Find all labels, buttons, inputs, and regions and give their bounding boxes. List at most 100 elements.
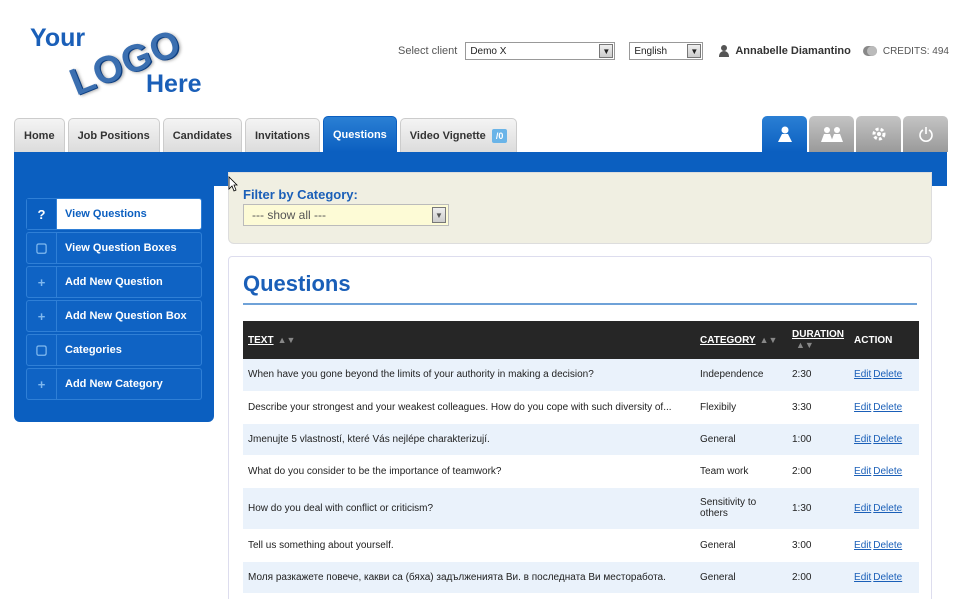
row-actions: Edit Delete <box>849 487 919 529</box>
document-icon: ▢ <box>27 233 57 263</box>
sidebar: ? View Questions ▢ View Question Boxes +… <box>14 186 214 422</box>
sidebar-item-label: Add New Question Box <box>65 310 187 322</box>
question-duration: 2:00 <box>792 571 812 583</box>
table-row: How do you deal with conflict or critici… <box>243 487 919 529</box>
tab-invitations[interactable]: Invitations <box>244 118 320 152</box>
mouse-cursor-icon <box>228 176 238 192</box>
plus-icon: + <box>27 267 57 297</box>
table-row: Jmenujte 5 vlastností, které Vás nejlépe… <box>243 423 919 455</box>
power-icon[interactable] <box>903 116 948 152</box>
group-icon[interactable] <box>809 116 854 152</box>
edit-link[interactable]: Edit <box>854 466 871 477</box>
tab-label: Video Vignette <box>409 129 486 142</box>
column-label: TEXT <box>248 334 274 346</box>
delete-link[interactable]: Delete <box>873 369 902 380</box>
sidebar-item-add-new-question-box[interactable]: + Add New Question Box <box>26 300 202 332</box>
delete-link[interactable]: Delete <box>873 540 902 551</box>
edit-link[interactable]: Edit <box>854 369 871 380</box>
select-client-label: Select client <box>398 45 458 57</box>
tab-label: Invitations <box>254 129 310 142</box>
sidebar-item-label: View Questions <box>65 208 147 220</box>
tab-label: Questions <box>333 128 387 141</box>
edit-link[interactable]: Edit <box>854 402 871 413</box>
client-select[interactable]: Demo X ▼ <box>465 42 616 60</box>
question-duration: 3:30 <box>792 401 812 413</box>
tab-video-vignette[interactable]: Video Vignette /0 <box>399 118 518 152</box>
tab-label: Home <box>24 129 55 142</box>
question-text: When have you gone beyond the limits of … <box>248 369 594 381</box>
user-icon[interactable] <box>762 116 807 152</box>
logo-text-here: Here <box>146 70 202 98</box>
question-duration: 2:00 <box>792 465 812 477</box>
plus-icon: + <box>27 301 57 331</box>
page-title: Questions <box>243 271 917 305</box>
gear-icon[interactable] <box>856 116 901 152</box>
edit-link[interactable]: Edit <box>854 572 871 583</box>
filter-select-value: --- show all --- <box>252 208 326 222</box>
row-actions: Edit Delete <box>849 561 919 593</box>
sidebar-item-categories[interactable]: ▢ Categories <box>26 334 202 366</box>
column-header-category[interactable]: CATEGORY ▲▼ <box>695 321 787 359</box>
row-actions: Edit Delete <box>849 359 919 391</box>
icon-tabs <box>760 116 948 152</box>
chevron-down-icon: ▼ <box>599 44 614 58</box>
question-text: Describe your strongest and your weakest… <box>248 401 672 413</box>
logo[interactable]: Your LOGO Here <box>28 22 208 104</box>
question-category: General <box>700 539 736 551</box>
tab-job-positions[interactable]: Job Positions <box>67 118 160 152</box>
user-menu[interactable]: Annabelle Diamantino <box>719 45 851 57</box>
category-filter: Filter by Category: --- show all --- ▼ <box>228 172 932 244</box>
chevron-down-icon: ▼ <box>687 44 702 58</box>
table-row: Describe your strongest and your weakest… <box>243 391 919 423</box>
plus-icon: + <box>27 369 57 399</box>
column-header-text[interactable]: TEXT ▲▼ <box>243 321 695 359</box>
question-text: How do you deal with conflict or critici… <box>248 502 434 514</box>
sidebar-item-add-new-category[interactable]: + Add New Category <box>26 368 202 400</box>
delete-link[interactable]: Delete <box>873 402 902 413</box>
main-tabs: Home Job Positions Candidates Invitation… <box>14 116 520 152</box>
sidebar-item-view-questions[interactable]: ? View Questions <box>26 198 202 230</box>
delete-link[interactable]: Delete <box>873 466 902 477</box>
tab-label: Job Positions <box>77 129 150 142</box>
question-duration: 3:00 <box>792 539 812 551</box>
question-duration: 1:30 <box>792 502 812 514</box>
column-label: ACTION <box>854 334 893 346</box>
sidebar-item-label: Categories <box>65 344 122 356</box>
edit-link[interactable]: Edit <box>854 503 871 514</box>
question-category: Team work <box>700 465 749 477</box>
document-icon: ▢ <box>27 335 57 365</box>
question-text: Моля разкажете повече, какви са (бяха) з… <box>248 571 666 583</box>
delete-link[interactable]: Delete <box>873 572 902 583</box>
delete-link[interactable]: Delete <box>873 503 902 514</box>
sidebar-item-add-new-question[interactable]: + Add New Question <box>26 266 202 298</box>
question-category: Sensitivity to others <box>700 497 757 519</box>
delete-link[interactable]: Delete <box>873 434 902 445</box>
table-header-row: TEXT ▲▼ CATEGORY ▲▼ DURATION ▲▼ ACTION <box>243 321 919 359</box>
row-actions: Edit Delete <box>849 455 919 487</box>
tab-home[interactable]: Home <box>14 118 65 152</box>
tab-candidates[interactable]: Candidates <box>162 118 242 152</box>
category-filter-select[interactable]: --- show all --- ▼ <box>243 204 449 226</box>
column-header-duration[interactable]: DURATION ▲▼ <box>787 321 849 359</box>
table-row: Tell us something about yourself. Genera… <box>243 529 919 561</box>
tab-label: Candidates <box>172 129 232 142</box>
sort-icon: ▲▼ <box>277 334 296 345</box>
tab-badge: /0 <box>491 128 508 143</box>
tab-questions[interactable]: Questions <box>323 116 397 152</box>
question-category: General <box>700 433 736 445</box>
question-text: Jmenujte 5 vlastností, které Vás nejlépe… <box>248 433 490 445</box>
table-row: What do you consider to be the importanc… <box>243 455 919 487</box>
filter-label: Filter by Category: <box>243 187 358 202</box>
sort-icon: ▲▼ <box>759 334 778 345</box>
language-select[interactable]: English ▼ <box>629 42 704 60</box>
question-category: Independence <box>700 369 764 381</box>
sidebar-item-view-question-boxes[interactable]: ▢ View Question Boxes <box>26 232 202 264</box>
column-label: CATEGORY <box>700 334 756 346</box>
sidebar-item-label: Add New Category <box>65 378 163 390</box>
user-name: Annabelle Diamantino <box>735 45 851 57</box>
coins-icon <box>862 46 877 56</box>
header-bar: Select client Demo X ▼ English ▼ Annabel… <box>398 40 949 62</box>
edit-link[interactable]: Edit <box>854 434 871 445</box>
question-duration: 2:30 <box>792 369 812 381</box>
edit-link[interactable]: Edit <box>854 540 871 551</box>
